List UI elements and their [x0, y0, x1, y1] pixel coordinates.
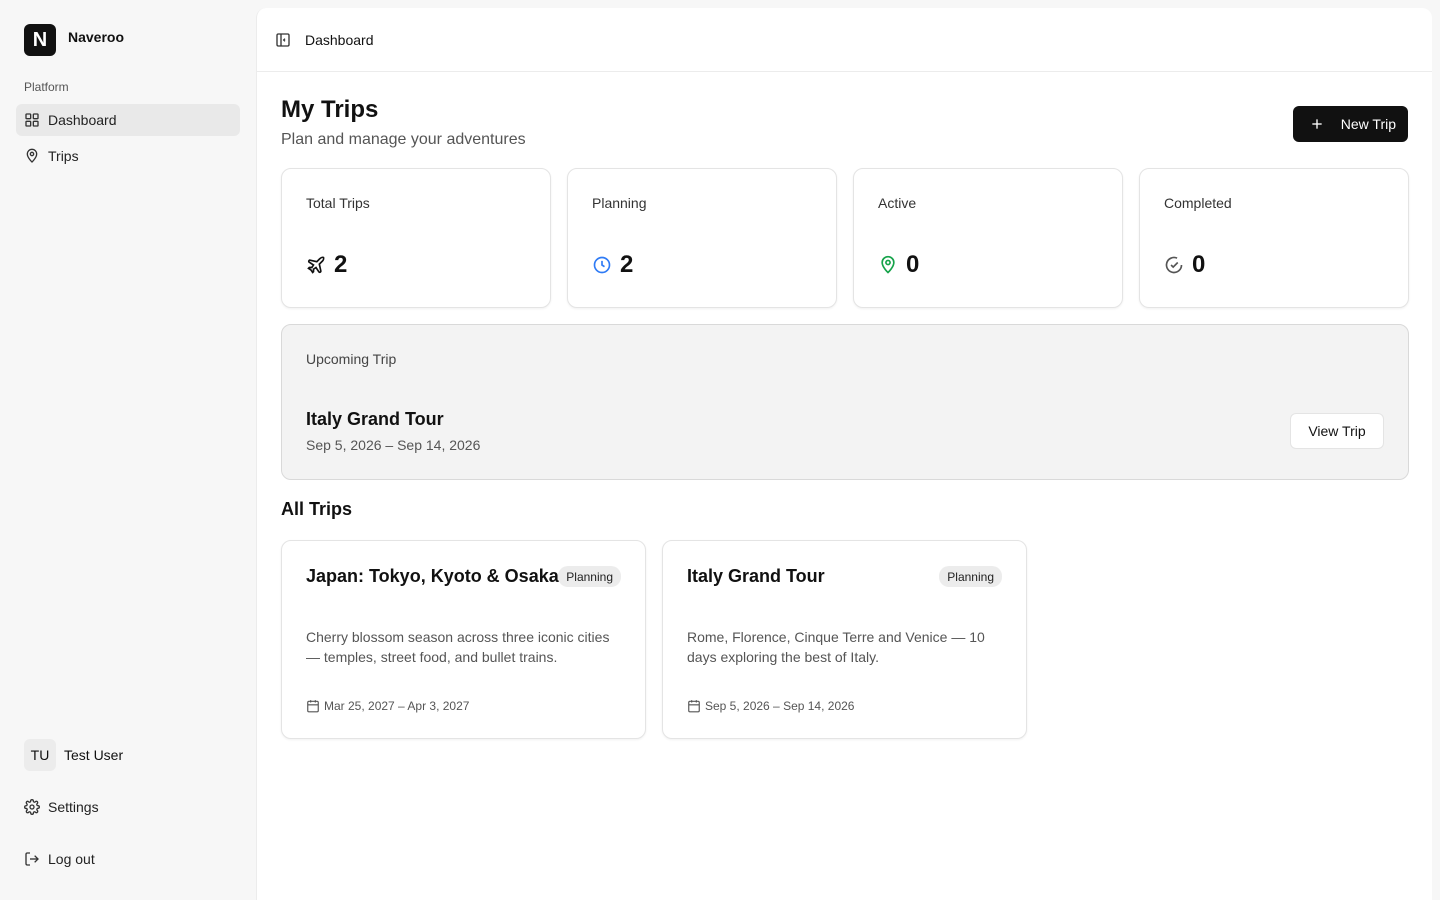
new-trip-label: New Trip: [1340, 116, 1396, 132]
sidebar-item-trips[interactable]: Trips: [16, 140, 240, 172]
view-trip-button[interactable]: View Trip: [1290, 413, 1384, 449]
map-pin-icon: [881, 255, 895, 274]
breadcrumb: Dashboard: [305, 31, 374, 48]
brand-name: Naveroo: [68, 29, 125, 45]
upcoming-trip-dates: Sep 5, 2026 – Sep 14, 2026: [306, 437, 481, 453]
trip-dates: Sep 5, 2026 – Sep 14, 2026: [687, 699, 854, 713]
grid-icon: [25, 113, 39, 127]
trip-name: Italy Grand Tour: [687, 566, 825, 586]
stat-label: Active: [878, 195, 917, 211]
trip-description: Cherry blossom season across three iconi…: [306, 629, 610, 665]
brand-logo: N: [24, 24, 56, 56]
topbar: Dashboard: [257, 8, 1432, 72]
plus-icon: [1312, 119, 1322, 129]
stat-value: 0: [1192, 251, 1206, 278]
main-panel: Dashboard My Trips Plan and manage your …: [256, 8, 1432, 900]
calendar-icon: [307, 700, 319, 713]
map-pin-icon: [26, 148, 38, 163]
page-title: My Trips: [281, 96, 379, 123]
trip-card[interactable]: Japan: Tokyo, Kyoto & Osaka Planning Che…: [281, 540, 646, 739]
new-trip-button[interactable]: New Trip: [1292, 106, 1408, 142]
stat-value: 2: [620, 251, 634, 278]
upcoming-trip-name: Italy Grand Tour: [306, 409, 444, 429]
plane-icon: [307, 256, 325, 274]
upcoming-label: Upcoming Trip: [306, 351, 397, 367]
trip-dates: Mar 25, 2027 – Apr 3, 2027: [306, 699, 469, 713]
stat-card-total-trips: Total Trips 2: [281, 168, 551, 308]
check-circle-icon: [1165, 256, 1183, 274]
stat-label: Total Trips: [306, 195, 370, 211]
status-badge: Planning: [558, 566, 621, 587]
stat-label: Completed: [1164, 195, 1232, 211]
clock-icon: [593, 256, 611, 274]
sidebar-item-label: Trips: [48, 148, 79, 164]
stat-value: 0: [906, 251, 920, 278]
sidebar: N Naveroo Platform Dashboard Trips TU Te…: [0, 0, 256, 900]
upcoming-trip-card: Upcoming Trip Italy Grand Tour Sep 5, 20…: [281, 324, 1409, 480]
stat-card-planning: Planning 2: [567, 168, 837, 308]
trip-dates-text: Sep 5, 2026 – Sep 14, 2026: [705, 699, 855, 713]
logout-label: Log out: [48, 851, 95, 867]
calendar-icon: [688, 700, 700, 713]
log-out-icon: [25, 852, 39, 866]
sidebar-toggle-icon[interactable]: [275, 32, 291, 48]
trip-dates-text: Mar 25, 2027 – Apr 3, 2027: [324, 699, 470, 713]
trip-description: Rome, Florence, Cinque Terre and Venice …: [687, 629, 985, 665]
stat-card-active: Active 0: [853, 168, 1123, 308]
trip-name: Japan: Tokyo, Kyoto & Osaka: [306, 566, 559, 586]
all-trips-title: All Trips: [281, 499, 353, 519]
sidebar-section-label: Platform: [24, 80, 69, 94]
brand[interactable]: N Naveroo: [24, 24, 124, 56]
page-subtitle: Plan and manage your adventures: [281, 131, 526, 148]
stat-label: Planning: [592, 195, 647, 211]
trip-card[interactable]: Italy Grand Tour Planning Rome, Florence…: [662, 540, 1027, 739]
user-menu[interactable]: TU Test User: [24, 739, 123, 771]
sidebar-item-dashboard[interactable]: Dashboard: [16, 104, 240, 136]
gear-icon: [24, 799, 40, 815]
logout-link[interactable]: Log out: [24, 851, 95, 867]
status-badge: Planning: [939, 566, 1002, 587]
sidebar-item-label: Dashboard: [48, 112, 117, 128]
avatar: TU: [24, 739, 56, 771]
user-name: Test User: [64, 747, 124, 763]
settings-label: Settings: [48, 799, 99, 815]
settings-link[interactable]: Settings: [24, 799, 99, 815]
stat-card-completed: Completed 0: [1139, 168, 1409, 308]
stat-value: 2: [334, 251, 348, 278]
